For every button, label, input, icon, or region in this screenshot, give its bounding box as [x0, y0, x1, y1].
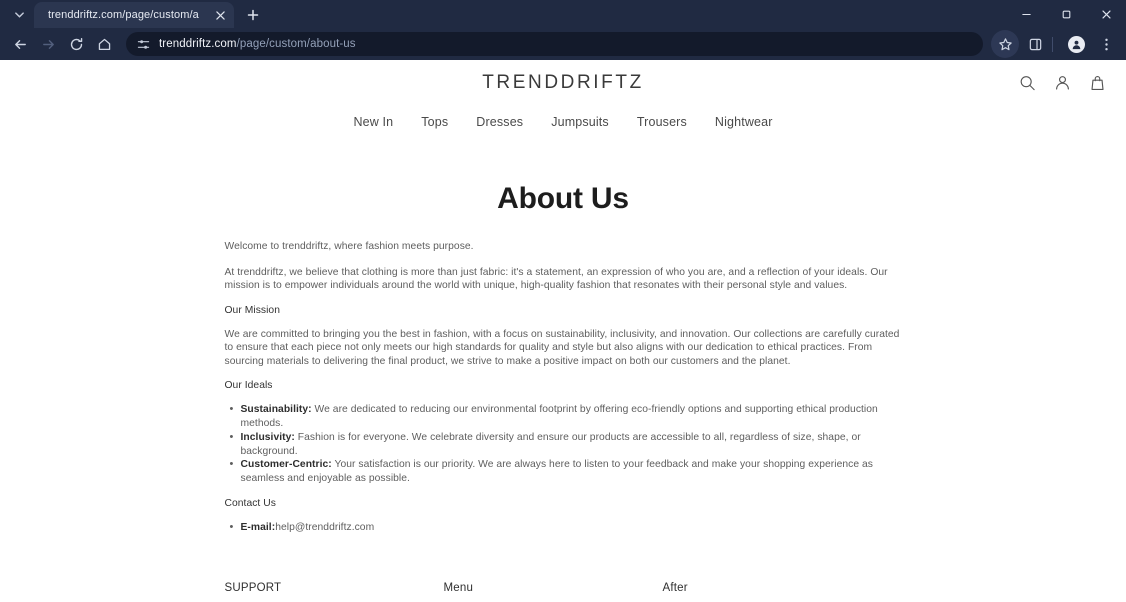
- toolbar-divider: [1052, 36, 1053, 52]
- new-tab-icon[interactable]: [240, 3, 266, 27]
- ideal-term: Sustainability:: [240, 404, 312, 416]
- ideals-list: Sustainability: We are dedicated to redu…: [225, 402, 902, 485]
- browser-toolbar: trenddriftz.com/page/custom/about-us: [0, 28, 1126, 60]
- tab-title: trenddriftz.com/page/custom/a: [48, 9, 199, 21]
- close-tab-icon[interactable]: [212, 7, 228, 23]
- toolbar-actions: [989, 30, 1120, 58]
- contact-list: E-mail:help@trenddriftz.com: [225, 520, 902, 535]
- avatar-icon: [1067, 35, 1085, 53]
- url-host: trenddriftz.com: [159, 38, 237, 50]
- split-screen-icon[interactable]: [1021, 30, 1049, 58]
- ideals-heading: Our Ideals: [224, 380, 273, 392]
- address-bar[interactable]: trenddriftz.com/page/custom/about-us: [126, 32, 983, 56]
- footer-column-title: SUPPORT: [224, 582, 282, 595]
- page-content: Welcome to trenddriftz, where fashion me…: [225, 216, 902, 534]
- footer-column-after: After Return Policy Shipping Policy: [663, 582, 882, 602]
- mission-heading: Our Mission: [224, 304, 280, 316]
- minimize-icon[interactable]: [1006, 0, 1046, 28]
- back-icon[interactable]: [6, 30, 34, 58]
- forward-icon[interactable]: [34, 30, 62, 58]
- close-window-icon[interactable]: [1086, 0, 1126, 28]
- list-item: Inclusivity: Fashion is for everyone. We…: [225, 430, 902, 458]
- footer-column-title: Menu: [443, 582, 474, 595]
- contact-email[interactable]: help@trenddriftz.com: [275, 522, 374, 533]
- reload-icon[interactable]: [62, 30, 90, 58]
- nav-item-nightwear[interactable]: Nightwear: [715, 115, 773, 129]
- ideal-text: Your satisfaction is our priority. We ar…: [240, 459, 873, 484]
- intro-paragraph: Welcome to trenddriftz, where fashion me…: [224, 241, 474, 252]
- nav-item-trousers[interactable]: Trousers: [637, 115, 687, 129]
- site-logo[interactable]: TRENDDRIFTZ: [482, 72, 644, 94]
- url-path: /page/custom/about-us: [236, 38, 356, 50]
- nav-item-dresses[interactable]: Dresses: [476, 115, 523, 129]
- ideal-term: Inclusivity:: [240, 431, 295, 443]
- address-bar-url: trenddriftz.com/page/custom/about-us: [159, 38, 356, 50]
- list-item: E-mail:help@trenddriftz.com: [225, 520, 902, 535]
- list-item: Customer-Centric: Your satisfaction is o…: [225, 457, 902, 485]
- nav-item-new-in[interactable]: New In: [353, 115, 393, 129]
- maximize-icon[interactable]: [1046, 0, 1086, 28]
- ideal-text: We are dedicated to reducing our environ…: [240, 404, 878, 430]
- ideal-term: Customer-Centric:: [240, 459, 332, 471]
- ideal-text: Fashion is for everyone. We celebrate di…: [240, 431, 861, 457]
- account-icon[interactable]: [1054, 75, 1071, 92]
- cart-icon[interactable]: [1089, 75, 1106, 92]
- bookmark-star-icon[interactable]: [991, 30, 1019, 58]
- browser-tab[interactable]: trenddriftz.com/page/custom/a: [34, 2, 234, 28]
- window-controls: [1006, 0, 1126, 28]
- tab-strip: trenddriftz.com/page/custom/a: [0, 0, 1126, 28]
- contact-term: E-mail:: [240, 521, 276, 533]
- footer-column-menu: Menu Privacy Policy Terms of Service: [444, 582, 663, 602]
- list-item: Sustainability: We are dedicated to redu…: [225, 402, 902, 430]
- site-navigation: New In Tops Dresses Jumpsuits Trousers N…: [0, 106, 1126, 134]
- nav-item-jumpsuits[interactable]: Jumpsuits: [551, 115, 609, 129]
- profile-avatar[interactable]: [1062, 30, 1090, 58]
- header-icon-group: [1019, 75, 1106, 92]
- page-title: About Us: [497, 182, 629, 215]
- site-settings-icon[interactable]: [136, 37, 151, 52]
- search-icon[interactable]: [1019, 75, 1036, 92]
- site-header: TRENDDRIFTZ: [0, 60, 1126, 106]
- about-paragraph: At trenddriftz, we believe that clothing…: [224, 266, 888, 292]
- mission-paragraph: We are committed to bringing you the bes…: [224, 328, 900, 367]
- page-viewport: TRENDDRIFTZ New In Tops Dresses Jumpsuit…: [0, 60, 1126, 602]
- tab-search-icon[interactable]: [6, 2, 32, 26]
- footer-column-support: SUPPORT About Us Contact Us: [225, 582, 444, 602]
- browser-menu-icon[interactable]: [1092, 30, 1120, 58]
- nav-item-tops[interactable]: Tops: [421, 115, 448, 129]
- footer-column-title: After: [662, 582, 688, 595]
- home-icon[interactable]: [90, 30, 118, 58]
- site-footer: SUPPORT About Us Contact Us Menu Privacy…: [225, 546, 902, 602]
- contact-heading: Contact Us: [224, 497, 276, 509]
- browser-window: trenddriftz.com/page/custom/a trenddrift…: [0, 0, 1126, 602]
